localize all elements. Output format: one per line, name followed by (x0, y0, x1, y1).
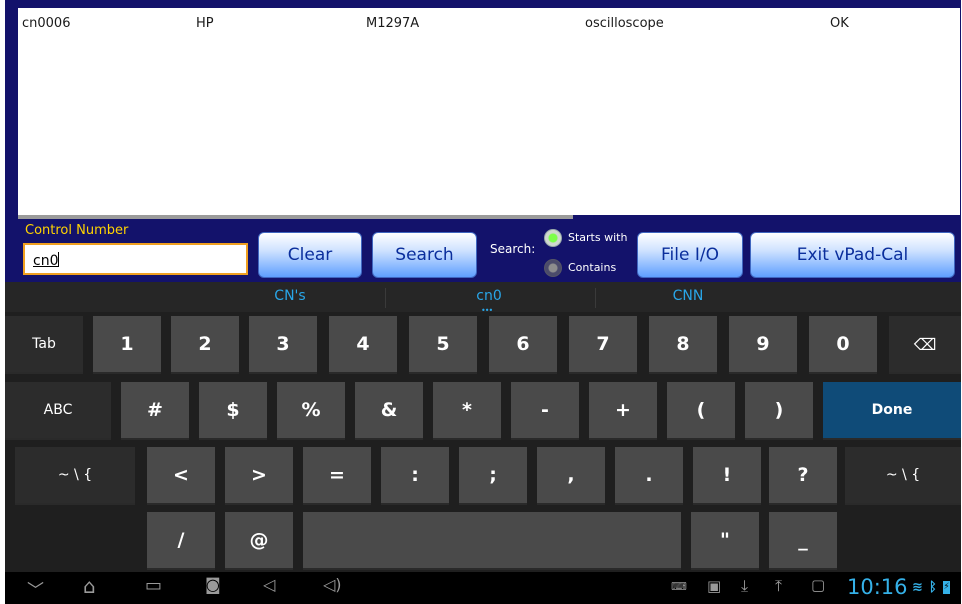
keyboard-icon: ⌨ (671, 580, 687, 593)
window-icon: ▢ (811, 576, 826, 594)
cell-description: oscilloscope (585, 16, 664, 31)
key-slash[interactable]: / (147, 512, 215, 570)
key-at[interactable]: @ (225, 512, 293, 570)
app-window: cn0006 HP M1297A oscilloscope OK Control… (5, 0, 961, 604)
key-question[interactable]: ? (769, 447, 837, 505)
key-plus[interactable]: + (589, 382, 657, 440)
suggestion-3[interactable]: CNN (648, 288, 728, 304)
key-tab[interactable]: Tab (5, 316, 83, 374)
cell-manufacturer: HP (196, 16, 214, 31)
key-7[interactable]: 7 (569, 316, 637, 374)
key-done[interactable]: Done (823, 382, 961, 440)
on-screen-keyboard: CN's cn0 ••• CNN Tab 1 2 3 4 5 6 7 8 9 0… (5, 282, 961, 572)
download-icon: ⤓ (741, 576, 749, 595)
starts-with-label: Starts with (568, 231, 628, 244)
key-exclamation[interactable]: ! (693, 447, 761, 505)
suggestion-divider (595, 288, 596, 308)
search-bar: Control Number cn0 Clear Search Search: … (5, 220, 961, 282)
screenshot-icon[interactable]: ◙ (205, 575, 221, 594)
key-open-paren[interactable]: ( (667, 382, 735, 440)
key-space[interactable] (303, 512, 681, 570)
key-minus[interactable]: - (511, 382, 579, 440)
horizontal-scrollbar[interactable] (18, 215, 573, 219)
starts-with-radio[interactable] (544, 229, 562, 247)
upload-icon: ⤒ (775, 576, 783, 595)
key-5[interactable]: 5 (409, 316, 477, 374)
key-comma[interactable]: , (537, 447, 605, 505)
contains-label: Contains (568, 261, 617, 274)
cell-model: M1297A (366, 16, 420, 31)
system-navigation-bar: ﹀ ⌂ ▭ ◙ ◁ ◁) ⌨ ▣ ⤓ ⤒ ▢ 10:16 ≋ ᛒ ⚡ (5, 572, 961, 604)
key-0[interactable]: 0 (809, 316, 877, 374)
key-symbols-left[interactable]: ~ \ { (15, 447, 135, 505)
key-period[interactable]: . (615, 447, 683, 505)
key-6[interactable]: 6 (489, 316, 557, 374)
key-semicolon[interactable]: ; (459, 447, 527, 505)
clock: 10:16 (847, 575, 908, 599)
backspace-icon[interactable]: ⌫ (889, 316, 961, 374)
volume-up-icon[interactable]: ◁) (323, 575, 342, 594)
key-less-than[interactable]: < (147, 447, 215, 505)
key-equals[interactable]: = (303, 447, 371, 505)
more-suggestions-indicator: ••• (481, 306, 493, 315)
key-2[interactable]: 2 (171, 316, 239, 374)
key-9[interactable]: 9 (729, 316, 797, 374)
suggestion-2[interactable]: cn0 (449, 288, 529, 304)
key-underscore[interactable]: _ (769, 512, 837, 570)
key-4[interactable]: 4 (329, 316, 397, 374)
control-number-label: Control Number (25, 223, 129, 238)
key-ampersand[interactable]: & (355, 382, 423, 440)
volume-down-icon[interactable]: ◁ (263, 575, 275, 594)
recent-apps-icon[interactable]: ▭ (145, 575, 162, 596)
key-colon[interactable]: : (381, 447, 449, 505)
back-icon[interactable]: ﹀ (27, 576, 44, 601)
control-number-input[interactable]: cn0 (23, 243, 248, 275)
key-greater-than[interactable]: > (225, 447, 293, 505)
key-dollar[interactable]: $ (199, 382, 267, 440)
table-row[interactable]: cn0006 HP M1297A oscilloscope OK (18, 16, 960, 36)
wifi-icon: ≋ (912, 580, 923, 595)
home-icon[interactable]: ⌂ (83, 574, 96, 598)
suggestion-divider (385, 288, 386, 308)
battery-icon: ⚡ (943, 581, 950, 594)
contains-radio[interactable] (544, 259, 562, 277)
key-hash[interactable]: # (121, 382, 189, 440)
cell-status: OK (830, 16, 849, 31)
key-symbols-right[interactable]: ~ \ { (845, 447, 961, 505)
text-cursor (58, 252, 60, 267)
suggestion-1[interactable]: CN's (250, 288, 330, 304)
control-number-value: cn0 (33, 253, 59, 269)
key-abc[interactable]: ABC (5, 382, 111, 440)
search-mode-label: Search: (490, 242, 536, 256)
file-io-button[interactable]: File I/O (637, 232, 743, 278)
key-3[interactable]: 3 (249, 316, 317, 374)
results-list: cn0006 HP M1297A oscilloscope OK (18, 8, 960, 215)
results-area: cn0006 HP M1297A oscilloscope OK (5, 0, 961, 220)
key-quote[interactable]: " (691, 512, 759, 570)
key-8[interactable]: 8 (649, 316, 717, 374)
key-1[interactable]: 1 (93, 316, 161, 374)
key-percent[interactable]: % (277, 382, 345, 440)
bluetooth-icon: ᛒ (929, 580, 937, 595)
search-button[interactable]: Search (372, 232, 477, 278)
cell-control-number: cn0006 (22, 16, 71, 31)
clear-button[interactable]: Clear (258, 232, 362, 278)
exit-button[interactable]: Exit vPad-Cal (750, 232, 955, 278)
key-close-paren[interactable]: ) (745, 382, 813, 440)
key-asterisk[interactable]: * (433, 382, 501, 440)
gallery-icon: ▣ (707, 577, 722, 595)
suggestion-strip: CN's cn0 ••• CNN (5, 282, 961, 315)
